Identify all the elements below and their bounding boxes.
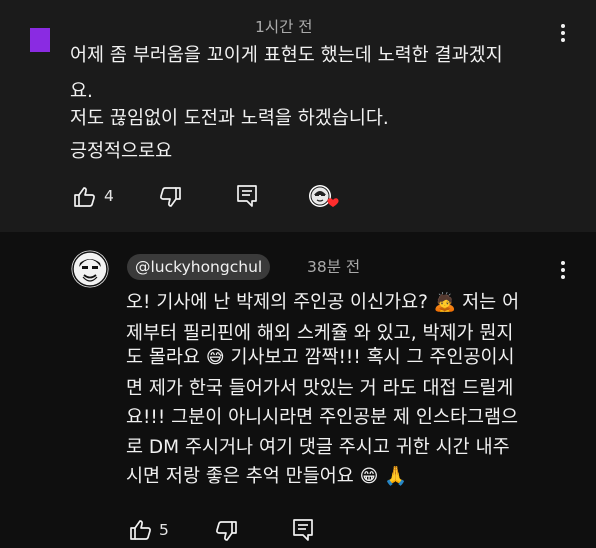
commenter-avatar[interactable] (30, 26, 50, 54)
sweat-smile-emoji: 😅 (205, 347, 225, 368)
like-count: 4 (104, 187, 114, 205)
reply-text-line: 도 몰라요 😅 기사보고 깜짝!!! 혹시 그 주인공이시 (126, 347, 515, 368)
grin-emoji: 😁 (359, 466, 379, 487)
comment-text-line: 저도 끊임없이 도전과 노력을 하겠습니다. (70, 108, 389, 129)
comment-thread: 1시간 전 어제 좀 부러움을 꼬이게 표현도 했는데 노력한 결과겠지 요. … (0, 0, 596, 232)
more-vertical-icon[interactable] (555, 22, 571, 44)
more-vertical-icon[interactable] (555, 259, 571, 281)
reply-comment: @luckyhongchul 38분 전 오! 기사에 난 박제의 주인공 이신… (0, 232, 596, 548)
comment-text-line: 긍정적으로요 (70, 141, 173, 162)
comment-reply-icon[interactable] (236, 184, 258, 208)
reply-text-line: 시면 저랑 좋은 추억 만들어요 😁 🙏 (126, 466, 408, 487)
thumbs-down-icon[interactable] (158, 185, 182, 209)
comment-text-line: 어제 좀 부러움을 꼬이게 표현도 했는데 노력한 결과겠지 (70, 45, 503, 66)
reply-text-line: 요!!! 그분이 아니시라면 주인공분 제 인스타그램으 (126, 407, 519, 428)
reply-time[interactable]: 38분 전 (307, 255, 360, 277)
reply-text-line: 오! 기사에 난 박제의 주인공 이신가요? 🙇 저는 어 (126, 292, 520, 313)
reply-text-line: 로 DM 주시거나 여기 댓글 주시고 귀한 시간 내주 (126, 437, 510, 458)
reply-text-line: 면 제가 한국 들어가서 맛있는 거 라도 대접 드릴게 (126, 378, 514, 399)
reply-avatar[interactable] (71, 250, 109, 288)
thumbs-up-icon[interactable] (73, 185, 97, 209)
bowing-emoji: 🙇 (433, 292, 457, 313)
reply-author-handle[interactable]: @luckyhongchul (127, 254, 271, 280)
thumbs-up-icon[interactable] (129, 518, 153, 542)
comment-time[interactable]: 1시간 전 (255, 15, 313, 37)
creator-heart-icon (308, 184, 342, 212)
comment-reply-icon[interactable] (292, 518, 314, 542)
thumbs-down-icon[interactable] (214, 519, 238, 543)
like-count: 5 (159, 521, 169, 539)
